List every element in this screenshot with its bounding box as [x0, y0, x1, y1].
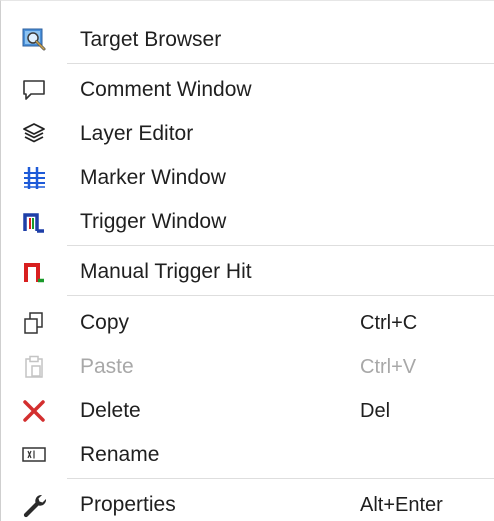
menu-item-trigger-window[interactable]: Trigger Window	[1, 200, 494, 244]
wrench-icon	[21, 492, 47, 518]
menu-item-layer-editor[interactable]: Layer Editor	[1, 112, 494, 156]
marker-icon	[21, 165, 47, 191]
menu-item-copy[interactable]: Copy Ctrl+C	[1, 301, 494, 345]
menu-item-manual-trigger-hit[interactable]: Manual Trigger Hit	[1, 250, 494, 294]
menu-item-shortcut: Ctrl+V	[360, 356, 417, 378]
menu-item-shortcut: Del	[360, 400, 391, 422]
copy-icon	[21, 310, 47, 336]
menu-item-paste[interactable]: Paste Ctrl+V	[1, 345, 494, 389]
manual-trigger-icon	[21, 259, 47, 285]
comment-icon	[21, 77, 47, 103]
menu-separator	[67, 295, 494, 296]
menu-item-target-browser[interactable]: Target Browser	[1, 18, 494, 62]
menu-item-marker-window[interactable]: Marker Window	[1, 156, 494, 200]
trigger-icon	[21, 209, 47, 235]
menu-separator	[67, 478, 494, 479]
menu-item-label: Delete	[80, 399, 141, 422]
menu-item-label: Layer Editor	[80, 122, 194, 145]
menu-item-rename[interactable]: Rename	[1, 433, 494, 477]
delete-icon	[21, 398, 47, 424]
context-menu: Target Browser Comment Window Layer Edit…	[0, 0, 494, 521]
menu-item-label: Comment Window	[80, 78, 252, 101]
menu-item-label: Manual Trigger Hit	[80, 260, 252, 283]
menu-item-label: Trigger Window	[80, 210, 227, 233]
menu-item-shortcut: Alt+Enter	[360, 494, 443, 516]
menu-item-label: Copy	[80, 311, 130, 334]
menu-item-label: Properties	[80, 493, 176, 516]
target-browser-icon	[21, 27, 47, 53]
menu-item-comment-window[interactable]: Comment Window	[1, 68, 494, 112]
menu-item-label: Paste	[80, 355, 134, 378]
menu-separator	[67, 63, 494, 64]
rename-icon	[21, 442, 47, 468]
menu-item-delete[interactable]: Delete Del	[1, 389, 494, 433]
menu-separator	[67, 245, 494, 246]
menu-item-shortcut: Ctrl+C	[360, 312, 418, 334]
menu-item-label: Target Browser	[80, 28, 222, 51]
menu-item-properties[interactable]: Properties Alt+Enter	[1, 483, 494, 521]
paste-icon	[21, 354, 47, 380]
menu-item-label: Rename	[80, 443, 160, 466]
menu-item-label: Marker Window	[80, 166, 226, 189]
layers-icon	[21, 121, 47, 147]
